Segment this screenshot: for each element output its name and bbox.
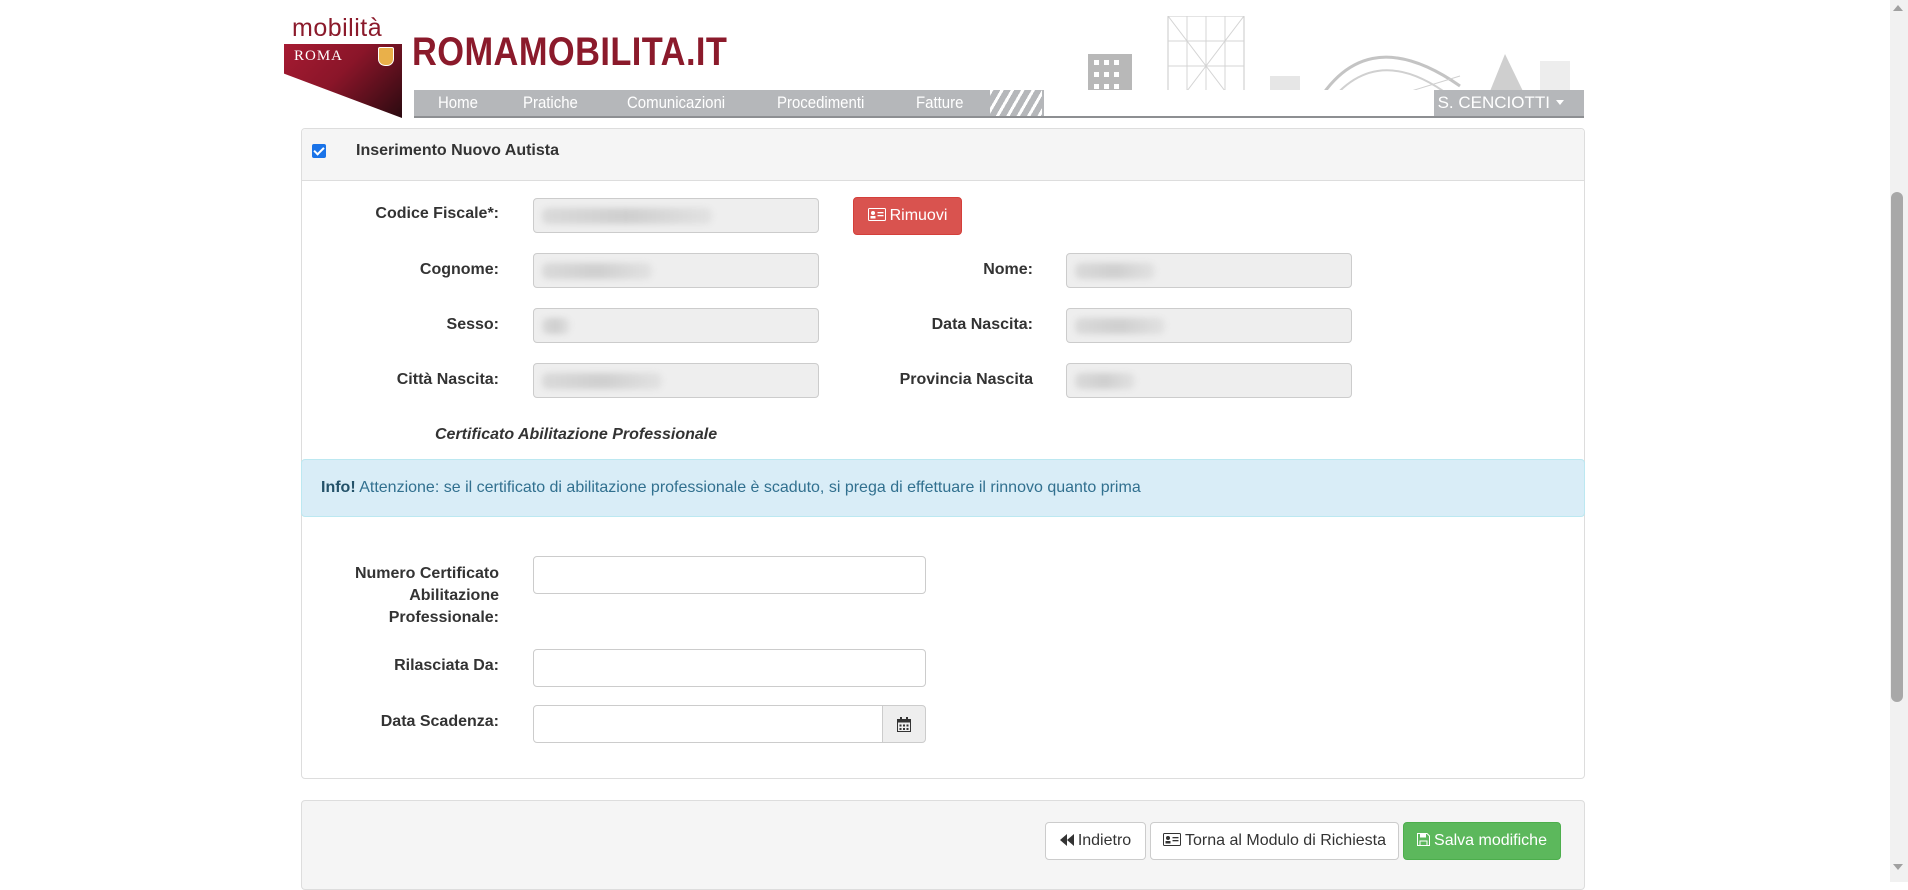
numero-label-line3: Professionale: — [388, 609, 499, 626]
citta-nascita-label: Città Nascita: — [396, 371, 499, 388]
codice-fiscale-label: Codice Fiscale*: — [375, 205, 499, 222]
numero-label-line1: Numero Certificato — [354, 565, 499, 582]
calendar-icon — [897, 717, 911, 732]
data-scadenza-input[interactable] — [533, 705, 883, 743]
alert-text: Attenzione: se il certificato di abilita… — [355, 479, 1141, 496]
main-nav: Home Pratiche Comunicazioni Procedimenti… — [414, 90, 1584, 118]
remove-button[interactable]: Rimuovi — [853, 197, 962, 235]
numero-label-line2: Abilitazione — [409, 587, 499, 604]
sesso-label: Sesso: — [446, 316, 499, 333]
user-menu[interactable]: S. CENCIOTTI — [1419, 90, 1564, 116]
nav-pratiche[interactable]: Pratiche — [523, 90, 578, 116]
info-alert: Info! Attenzione: se il certificato di a… — [301, 459, 1585, 517]
data-nascita-field[interactable] — [1066, 308, 1352, 343]
brand-title[interactable]: ROMAMOBILITA.IT — [412, 30, 727, 75]
rilasciata-da-input[interactable] — [533, 649, 926, 687]
nav-gap — [1044, 90, 1434, 116]
id-card-icon — [1163, 833, 1181, 847]
save-button[interactable]: Salva modifiche — [1403, 822, 1561, 860]
data-scadenza-label: Data Scadenza: — [380, 713, 499, 730]
remove-button-label: Rimuovi — [889, 207, 948, 224]
roma-crest-icon — [378, 47, 394, 66]
user-name: S. CENCIOTTI — [1437, 93, 1550, 112]
panel-heading: Inserimento Nuovo Autista — [302, 129, 1584, 181]
codice-fiscale-field[interactable] — [533, 198, 819, 233]
back-button[interactable]: Indietro — [1045, 822, 1146, 860]
nome-field[interactable] — [1066, 253, 1352, 288]
nome-label: Nome: — [983, 261, 1033, 278]
numero-certificato-input[interactable] — [533, 556, 926, 594]
sesso-field[interactable] — [533, 308, 819, 343]
nav-home[interactable]: Home — [438, 90, 478, 116]
calendar-button[interactable] — [882, 705, 926, 743]
roma-mobilita-logo[interactable]: mobilità ROMA — [284, 14, 402, 118]
id-card-icon — [867, 208, 886, 222]
numero-certificato-label: Numero Certificato Abilitazione Professi… — [320, 563, 499, 629]
scrollbar-thumb[interactable] — [1891, 192, 1903, 702]
panel-title: Inserimento Nuovo Autista — [356, 142, 559, 159]
provincia-nascita-label: Provincia Nascita — [899, 371, 1033, 388]
insert-driver-checkbox[interactable] — [312, 144, 326, 158]
data-nascita-label: Data Nascita: — [931, 316, 1033, 333]
nav-stripes — [990, 90, 1042, 116]
backward-icon — [1059, 833, 1074, 846]
nav-comunicazioni[interactable]: Comunicazioni — [627, 90, 725, 116]
alert-strong: Info! — [321, 479, 356, 496]
back-to-module-button[interactable]: Torna al Modulo di Richiesta — [1150, 822, 1399, 860]
nav-procedimenti[interactable]: Procedimenti — [777, 90, 864, 116]
citta-nascita-field[interactable] — [533, 363, 819, 398]
scroll-up-icon[interactable] — [1893, 5, 1903, 11]
rilasciata-da-label: Rilasciata Da: — [394, 657, 499, 674]
back-button-label: Indietro — [1077, 832, 1132, 849]
logo-city: ROMA — [294, 48, 344, 64]
cognome-field[interactable] — [533, 253, 819, 288]
floppy-disk-icon — [1417, 833, 1431, 847]
user-icon — [1419, 96, 1432, 110]
logo-word: mobilità — [292, 14, 383, 42]
cognome-label: Cognome: — [419, 261, 499, 278]
provincia-nascita-field[interactable] — [1066, 363, 1352, 398]
certificate-section-title: Certificato Abilitazione Professionale — [435, 426, 718, 443]
nav-fatture[interactable]: Fatture — [916, 90, 963, 116]
save-button-label: Salva modifiche — [1434, 832, 1547, 849]
back-to-module-label: Torna al Modulo di Richiesta — [1185, 832, 1386, 849]
scroll-down-icon[interactable] — [1893, 864, 1903, 870]
chevron-down-icon — [1556, 100, 1564, 105]
page: mobilità ROMA ROMAMOBILITA.IT Home Prati… — [0, 0, 1908, 890]
